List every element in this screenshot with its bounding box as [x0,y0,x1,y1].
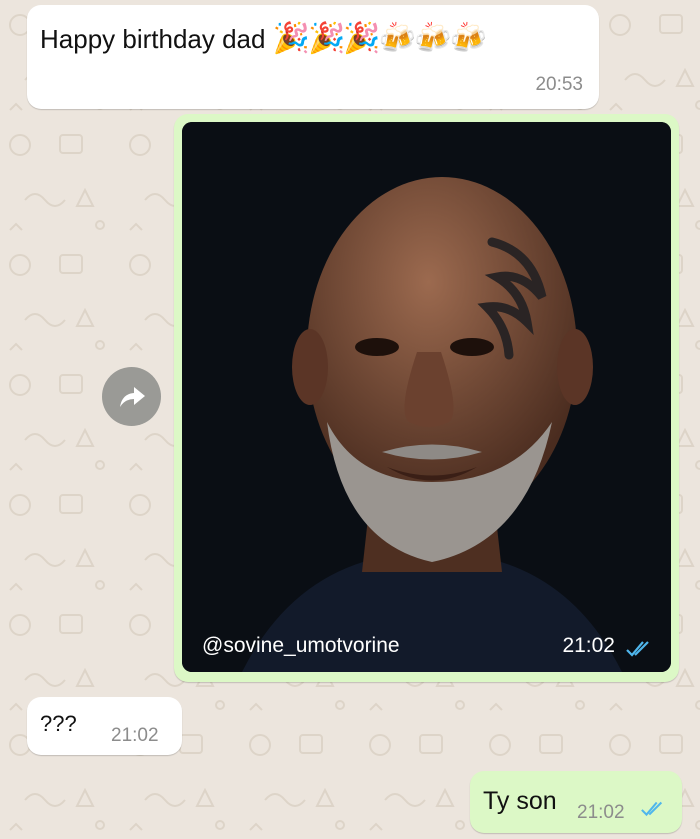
shared-photo[interactable]: @sovine_umotvorine 21:02 [182,122,671,672]
image-caption: @sovine_umotvorine [202,634,400,657]
incoming-message[interactable]: ??? 21:02 [27,697,182,755]
message-time: 21:02 [577,802,625,823]
message-text: Ty son [483,787,557,815]
double-check-icon [641,801,663,817]
portrait-image [182,122,671,672]
message-time: 21:02 [111,725,159,746]
message-text: Happy birthday dad 🎉🎉🎉🍻🍻🍻 [40,22,487,55]
message-text: ??? [40,711,77,736]
message-time: 21:02 [562,634,615,657]
double-check-icon [626,641,649,657]
forward-arrow-icon [119,386,145,407]
incoming-message[interactable]: Happy birthday dad 🎉🎉🎉🍻🍻🍻 20:53 [27,5,599,109]
message-time: 20:53 [535,74,583,95]
party-beer-emoji: 🎉🎉🎉🍻🍻🍻 [272,22,487,55]
outgoing-message[interactable]: Ty son 21:02 [470,771,682,833]
forward-button[interactable] [102,367,161,426]
outgoing-image-message[interactable]: @sovine_umotvorine 21:02 [174,114,679,682]
